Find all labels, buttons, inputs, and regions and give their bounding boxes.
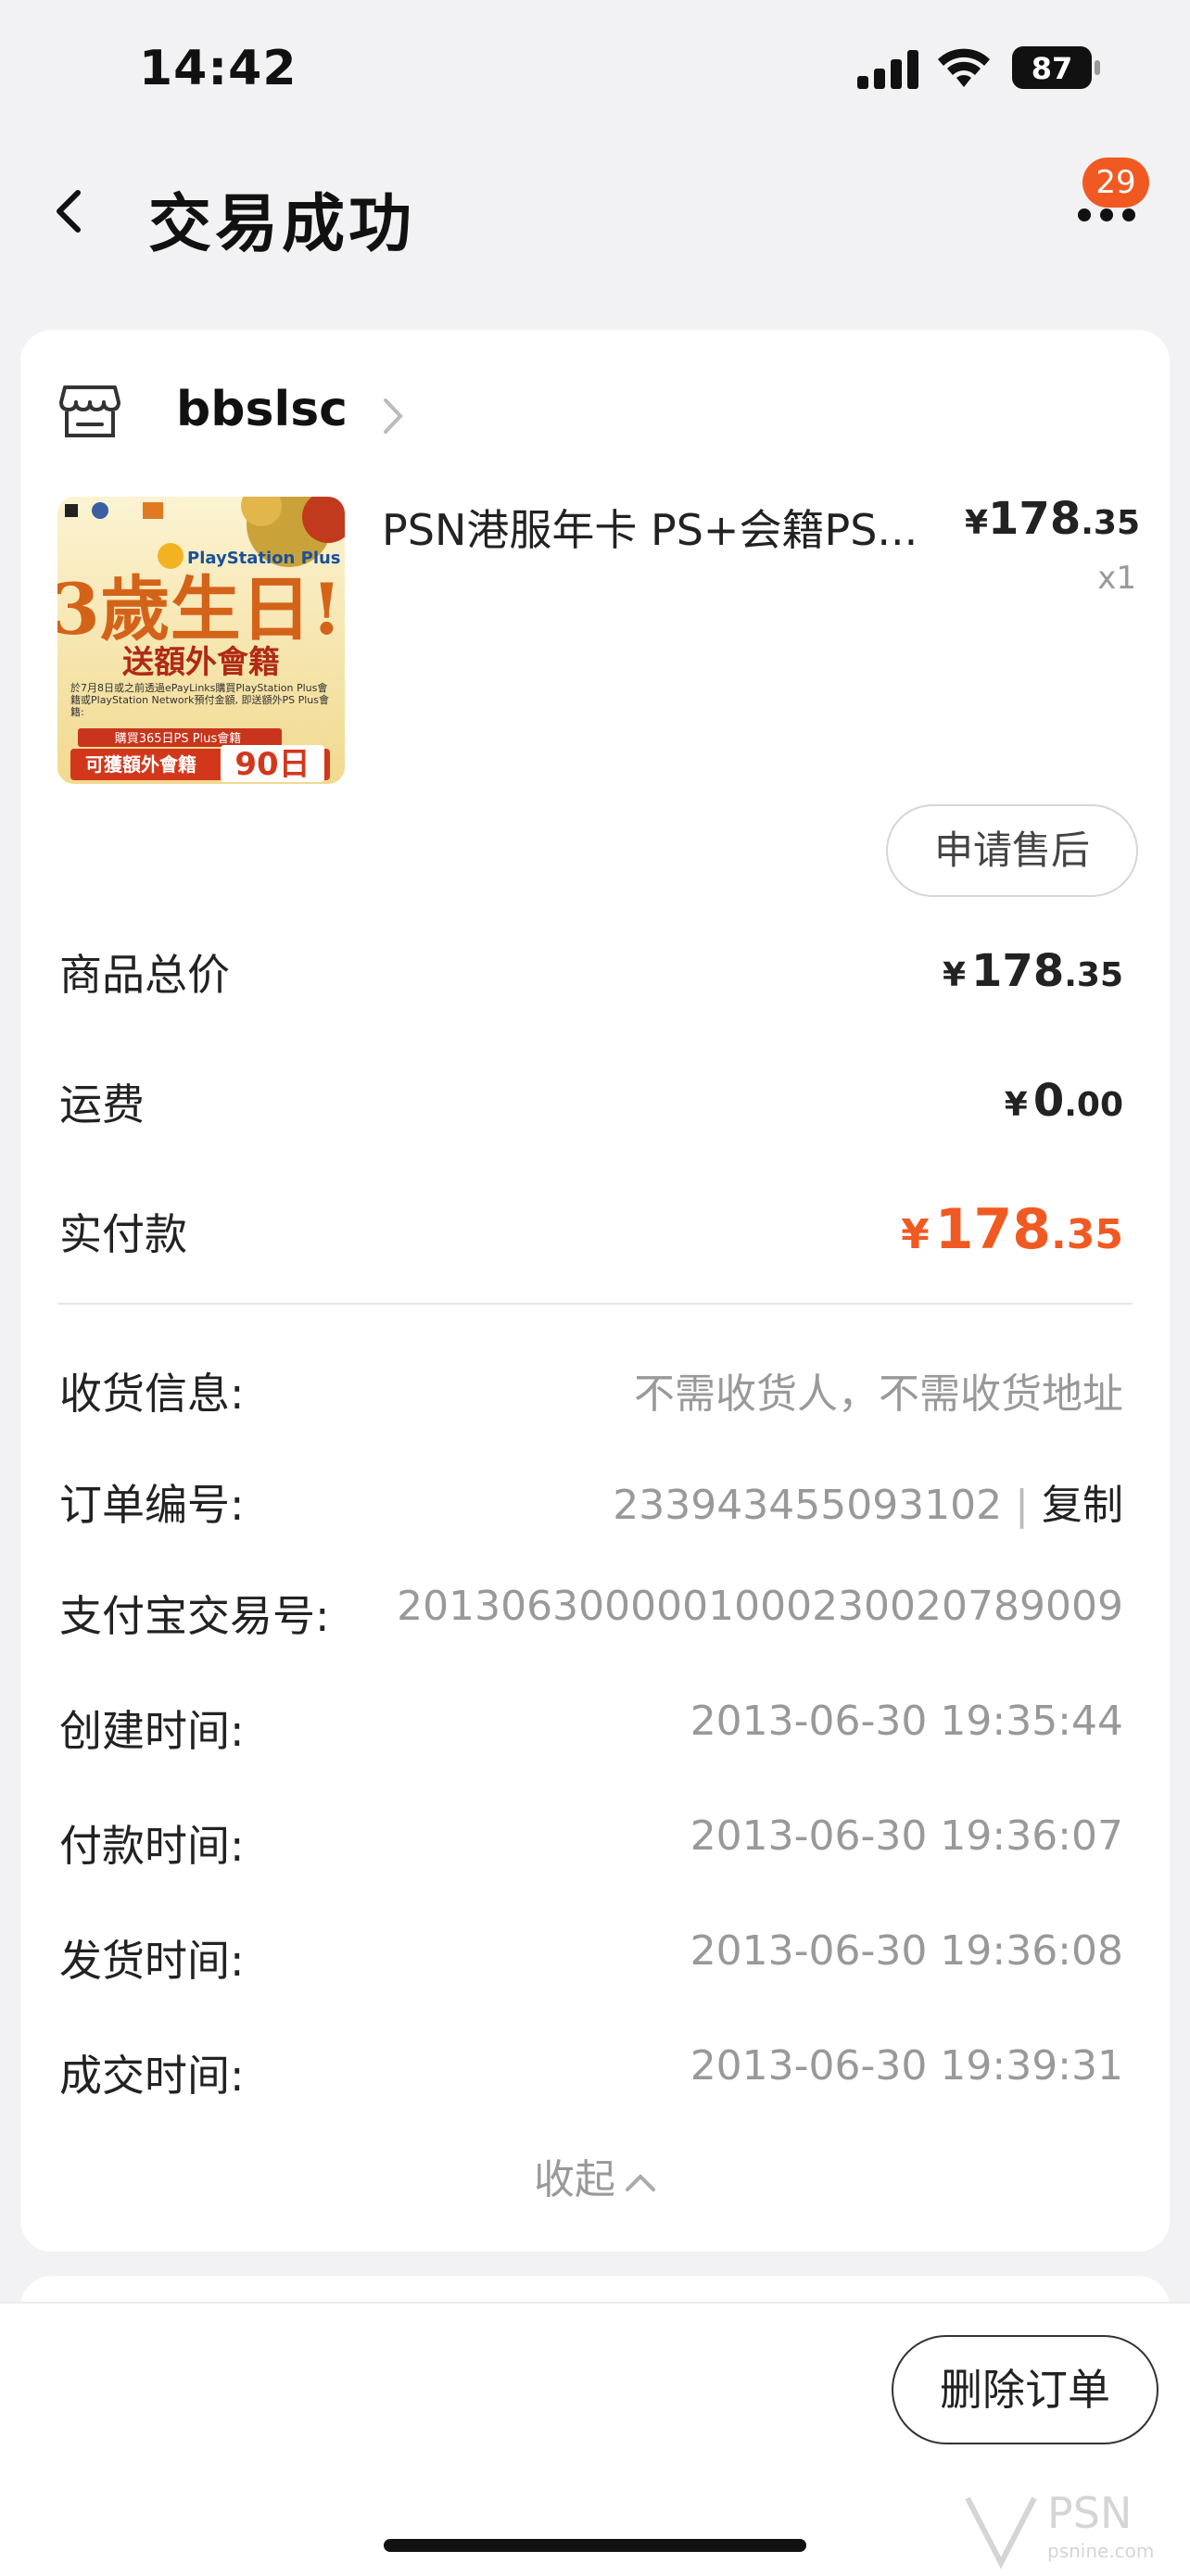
order-number-value: 233943455093102 | 复制 [613,1471,1123,1531]
watermark-text: PSN [1047,2488,1132,2538]
amount-decimal: .35 [1064,956,1123,994]
amount-integer: 178 [934,1197,1052,1262]
battery-level: 87 [1032,51,1073,86]
currency-symbol: ¥ [1004,1086,1028,1124]
collapse-label: 收起 [534,2156,615,2203]
shipping-value: ¥0.00 [1005,1075,1123,1127]
after-sale-button[interactable]: 申请售后 [886,804,1138,897]
goods-total-row: 商品总价 ¥178.35 [59,941,1153,1016]
paid-time-label: 付款时间: [59,1821,245,1871]
product-price: ¥178.35 [965,493,1140,545]
chevron-up-icon [626,2174,655,2191]
message-count-badge: 29 [1082,158,1149,208]
order-card: bbslsc PlayStation Plus 3歲生日! 送額外會籍 於7月8… [20,330,1170,2252]
alipay-value: 2013063000001000230020789009 [397,1583,1123,1630]
paid-time-row: 付款时间: 2013-06-30 19:36:07 [59,1812,1153,1877]
shipped-time-row: 发货时间: 2013-06-30 19:36:08 [59,1927,1153,1992]
price-decimal: .35 [1081,504,1140,542]
chevron-right-icon [384,398,403,434]
product-quantity: x1 [1097,560,1136,597]
promo-bonus-days: 90日 [234,746,310,783]
watermark-subtext: psnine.com [1047,2540,1154,2562]
battery-icon: 87 [1012,46,1100,89]
alipay-label: 支付宝交易号: [59,1591,330,1641]
receiver-row: 收货信息: 不需收货人，不需收货地址 [59,1360,1153,1425]
psplus-promo-image: PlayStation Plus 3歲生日! 送額外會籍 於7月8日或之前透過e… [57,497,345,784]
order-number-label: 订单编号: [59,1480,245,1530]
nav-bar: 交易成功 29 [0,139,1190,287]
divider [57,1303,1133,1305]
wifi-icon [938,48,990,87]
shipping-label: 运费 [59,1080,145,1130]
amount-integer: 178 [971,945,1065,997]
shop-name: bbslsc [176,382,348,437]
created-time-row: 创建时间: 2013-06-30 19:35:44 [59,1698,1153,1762]
currency-symbol: ¥ [964,504,989,542]
shop-header[interactable]: bbslsc [59,376,615,450]
psnine-watermark-logo: PSN psnine.com [965,2488,1154,2570]
home-indicator[interactable] [384,2539,806,2552]
closed-time-value: 2013-06-30 19:39:31 [690,2042,1123,2090]
promo-headline: 3歲生日! [57,568,342,650]
paid-value: ¥178.35 [901,1197,1123,1262]
product-thumbnail[interactable]: PlayStation Plus 3歲生日! 送額外會籍 於7月8日或之前透過e… [57,497,345,784]
collapse-button[interactable]: 收起 [20,2146,1170,2205]
receiver-label: 收货信息: [59,1369,245,1419]
currency-symbol: ¥ [901,1211,930,1258]
promo-bonus-label: 可獲額外會籍 [85,753,196,776]
cellular-signal-icon [857,50,918,89]
store-icon [59,385,120,437]
product-title[interactable]: PSN港服年卡 PS+会籍PS... [382,497,975,558]
amount-integer: 0 [1032,1075,1065,1127]
status-bar: 14:42 87 [0,0,1190,139]
separator: | [1015,1482,1029,1529]
back-icon[interactable] [48,183,89,239]
bottom-action-bar: 删除订单 PSN psnine.com [0,2302,1190,2576]
closed-time-label: 成交时间: [59,2051,245,2101]
paid-label: 实付款 [59,1209,187,1259]
alipay-row: 支付宝交易号: 2013063000001000230020789009 [59,1583,1153,1648]
promo-fine-print: 於7月8日或之前透過ePayLinks購買PlayStation Plus會籍或… [70,682,329,718]
shipping-row: 运费 ¥0.00 [59,1071,1153,1145]
status-time: 14:42 [139,41,298,96]
goods-total-label: 商品总价 [59,950,230,1000]
currency-symbol: ¥ [942,956,967,994]
order-number-row: 订单编号: 233943455093102 | 复制 [59,1471,1153,1536]
created-time-value: 2013-06-30 19:35:44 [690,1698,1123,1745]
promo-brand: PlayStation Plus [187,549,341,568]
goods-total-value: ¥178.35 [943,945,1123,997]
shipped-time-label: 发货时间: [59,1936,245,1986]
amount-decimal: .35 [1051,1211,1123,1258]
closed-time-row: 成交时间: 2013-06-30 19:39:31 [59,2042,1153,2107]
created-time-label: 创建时间: [59,1706,245,1756]
receiver-value: 不需收货人，不需收货地址 [634,1370,1123,1418]
price-integer: 178 [988,493,1082,545]
amount-decimal: .00 [1064,1086,1123,1124]
shipped-time-value: 2013-06-30 19:36:08 [690,1927,1123,1975]
paid-time-value: 2013-06-30 19:36:07 [690,1812,1123,1860]
delete-order-button[interactable]: 删除订单 [892,2335,1158,2444]
promo-bonus-line: 購買365日PS Plus會籍 [115,731,242,746]
order-number: 233943455093102 [613,1482,1003,1529]
copy-button[interactable]: 复制 [1042,1482,1123,1529]
paid-row: 实付款 ¥178.35 [59,1197,1153,1275]
promo-subhead: 送額外會籍 [122,644,280,681]
page-title: 交易成功 [148,188,416,261]
